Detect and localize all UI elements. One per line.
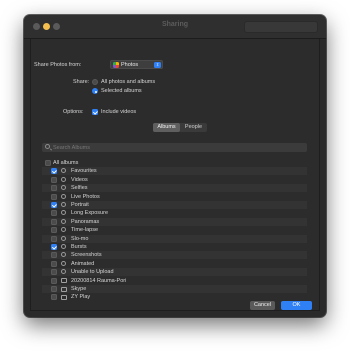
sharing-sheet: Share Photos from: Photos ⇳ Share: All p… — [30, 39, 320, 311]
album-checkbox[interactable] — [51, 210, 57, 217]
photos-app-icon — [113, 62, 119, 68]
album-label: ZY Play — [71, 294, 91, 301]
search-icon — [45, 144, 50, 149]
album-row[interactable]: Time-lapse — [42, 226, 307, 234]
ok-button[interactable]: OK — [281, 301, 312, 310]
gear-icon — [61, 244, 66, 249]
album-row[interactable]: Portrait — [42, 201, 307, 209]
album-label: Skype — [71, 286, 87, 292]
album-list: All albums Favourites Videos Selfies Live Ph… — [42, 159, 307, 303]
album-label: Long Exposure — [71, 210, 108, 217]
radio-selected-albums[interactable] — [92, 88, 98, 94]
chevron-updown-icon: ⇳ — [154, 62, 161, 68]
gear-icon — [61, 227, 66, 233]
album-row[interactable]: Bursts — [42, 243, 307, 251]
albums-people-segmented-control: Albums People — [153, 123, 207, 132]
album-label: 20200814 Rauma-Pori — [71, 277, 127, 284]
options-label: Options: — [63, 109, 84, 115]
album-label: Panoramas — [71, 218, 100, 225]
include-videos-label[interactable]: Include videos — [101, 109, 136, 115]
cancel-button[interactable]: Cancel — [250, 301, 275, 310]
title-bar: Sharing — [24, 15, 326, 39]
gear-icon — [61, 185, 66, 191]
gear-icon — [61, 269, 66, 275]
tab-albums[interactable]: Albums — [153, 123, 180, 132]
album-label: Animated — [71, 260, 95, 267]
radio-all-photos-label[interactable]: All photos and albums — [101, 79, 155, 85]
album-checkbox[interactable] — [51, 252, 57, 259]
album-label: All albums — [53, 160, 79, 166]
album-row[interactable]: Skype — [42, 285, 307, 293]
sharing-window: Sharing Share Photos from: Photos ⇳ Shar… — [24, 15, 326, 317]
album-checkbox[interactable] — [51, 218, 57, 225]
album-label: Bursts — [71, 244, 87, 250]
share-from-value: Photos — [121, 62, 139, 68]
all-albums-row[interactable]: All albums — [42, 159, 307, 167]
gear-icon — [61, 193, 66, 199]
album-checkbox[interactable] — [51, 235, 57, 242]
album-checkbox[interactable] — [51, 227, 57, 234]
album-row[interactable]: Unable to Upload — [42, 268, 307, 277]
album-checkbox[interactable] — [51, 277, 57, 284]
gear-icon — [61, 235, 66, 241]
album-row[interactable]: Favourites — [42, 167, 307, 176]
radio-selected-albums-label[interactable]: Selected albums — [101, 88, 142, 94]
share-label: Share: — [73, 79, 90, 85]
album-checkbox[interactable] — [51, 185, 57, 192]
album-checkbox[interactable] — [51, 286, 57, 292]
album-label: Time-lapse — [71, 227, 98, 234]
album-checkbox[interactable] — [51, 294, 57, 301]
album-checkbox[interactable] — [51, 168, 57, 175]
album-label: Videos — [71, 176, 88, 183]
gear-icon — [61, 260, 66, 266]
folder-icon — [61, 286, 67, 292]
album-label: Screenshots — [71, 252, 102, 259]
album-checkbox[interactable] — [51, 193, 57, 200]
album-label: Favourites — [71, 168, 97, 175]
album-checkbox[interactable] — [45, 160, 51, 166]
gear-icon — [61, 168, 66, 174]
radio-all-photos[interactable] — [92, 79, 98, 85]
album-label: Portrait — [71, 202, 89, 208]
album-label: Live Photos — [71, 193, 100, 200]
album-checkbox[interactable] — [51, 244, 57, 250]
album-checkbox[interactable] — [51, 269, 57, 276]
album-checkbox[interactable] — [51, 202, 57, 208]
gear-icon — [61, 210, 66, 216]
album-checkbox[interactable] — [51, 260, 57, 267]
album-label: Slo-mo — [71, 235, 89, 242]
album-row[interactable]: Screenshots — [42, 251, 307, 260]
album-checkbox[interactable] — [51, 176, 57, 183]
album-row[interactable]: Live Photos — [42, 193, 307, 201]
album-search-placeholder: Search Albums — [53, 144, 90, 151]
album-row[interactable]: Long Exposure — [42, 209, 307, 217]
folder-icon — [61, 294, 67, 300]
album-row[interactable]: Videos — [42, 176, 307, 184]
album-row[interactable]: 20200814 Rauma-Pori — [42, 277, 307, 285]
share-from-label: Share Photos from: — [34, 62, 82, 68]
gear-icon — [61, 202, 66, 207]
album-row[interactable]: Slo-mo — [42, 234, 307, 243]
album-row[interactable]: Selfies — [42, 184, 307, 193]
album-row[interactable]: Panoramas — [42, 217, 307, 226]
gear-icon — [61, 252, 66, 258]
folder-icon — [61, 278, 67, 284]
tab-people[interactable]: People — [180, 123, 207, 132]
album-label: Unable to Upload — [71, 269, 114, 276]
album-row[interactable]: Animated — [42, 260, 307, 268]
toolbar-search-field[interactable] — [244, 21, 318, 33]
album-search-input[interactable]: Search Albums — [42, 143, 307, 152]
album-label: Selfies — [71, 185, 88, 192]
gear-icon — [61, 176, 66, 182]
gear-icon — [61, 218, 66, 224]
share-from-popup[interactable]: Photos ⇳ — [110, 60, 163, 69]
include-videos-checkbox[interactable] — [92, 109, 98, 115]
